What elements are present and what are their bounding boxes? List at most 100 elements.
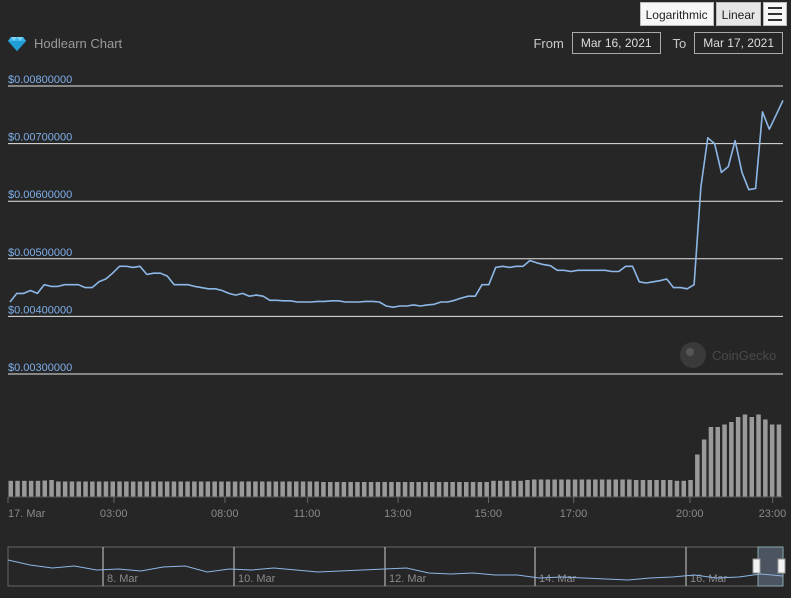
- volume-bar: [266, 481, 272, 497]
- volume-bar: [735, 417, 741, 497]
- volume-bar: [389, 482, 394, 497]
- volume-bar: [273, 481, 279, 497]
- volume-bar: [491, 480, 496, 498]
- volume-bar: [498, 480, 503, 498]
- volume-bar: [83, 481, 88, 497]
- volume-bar: [287, 481, 292, 497]
- volume-bar: [171, 481, 177, 497]
- volume-bar: [22, 480, 27, 498]
- watermark-text: CoinGecko: [712, 348, 776, 363]
- volume-bar: [593, 479, 598, 497]
- volume-bar: [423, 482, 428, 497]
- volume-bar: [362, 482, 367, 497]
- volume-bar: [69, 481, 75, 497]
- volume-bar: [212, 481, 217, 497]
- y-tick-label: $0.00800000: [8, 74, 72, 86]
- y-tick-label: $0.00400000: [8, 304, 72, 316]
- navigator-label: 14. Mar: [539, 573, 577, 585]
- volume-bar: [545, 479, 551, 497]
- volume-bar: [76, 481, 81, 497]
- volume-bar: [49, 480, 54, 497]
- y-tick-label: $0.00600000: [8, 189, 72, 201]
- navigator[interactable]: 8. Mar 10. Mar 12. Mar 14. Mar 16. Mar: [7, 546, 786, 587]
- y-tick-label: $0.00500000: [8, 247, 72, 259]
- volume-bar: [681, 480, 686, 498]
- volume-bar: [416, 482, 421, 497]
- volume-bar: [457, 482, 462, 497]
- volume-bar: [158, 481, 163, 497]
- volume-bar: [42, 480, 47, 497]
- volume-bar: [382, 482, 387, 497]
- x-tick-label: 20:00: [676, 508, 704, 520]
- volume-bar: [633, 480, 639, 497]
- volume-bar: [239, 481, 245, 497]
- volume-bar: [443, 482, 449, 497]
- volume-bar: [62, 481, 68, 497]
- x-tick-label: 15:00: [475, 508, 503, 520]
- volume-bar: [559, 479, 564, 497]
- navigator-label: 10. Mar: [238, 573, 276, 585]
- volume-bar: [566, 479, 571, 497]
- volume-bar: [178, 481, 183, 497]
- volume-bar: [586, 479, 591, 497]
- volume-bar: [756, 414, 761, 497]
- volume-bar: [654, 480, 659, 497]
- volume-bar: [532, 479, 537, 497]
- y-tick-label: $0.00300000: [8, 362, 72, 374]
- volume-bar: [613, 479, 618, 497]
- volume-bar: [518, 480, 523, 498]
- volume-bar: [620, 479, 625, 497]
- volume-bar: [321, 482, 326, 497]
- volume-bar: [667, 480, 673, 497]
- x-tick-label: 13:00: [384, 508, 412, 520]
- volume-bar: [776, 424, 782, 497]
- volume-bar: [606, 479, 612, 497]
- volume-bar: [314, 481, 319, 497]
- volume-bar: [552, 479, 557, 497]
- volume-bar: [695, 454, 700, 497]
- watermark: CoinGecko: [680, 342, 776, 368]
- volume-bar: [28, 480, 34, 498]
- volume-bar: [307, 481, 313, 497]
- volume-bar: [219, 481, 224, 497]
- volume-bar: [151, 481, 156, 497]
- grid-lines: [8, 85, 783, 375]
- volume-bar: [246, 481, 251, 497]
- volume-bar: [450, 482, 455, 497]
- volume-bar: [103, 481, 109, 497]
- volume-bar: [640, 480, 646, 497]
- volume-bar: [117, 481, 122, 497]
- volume-bar: [627, 479, 632, 497]
- volume-bar: [715, 427, 720, 497]
- navigator-handle[interactable]: [777, 558, 786, 574]
- volume-bar: [511, 480, 517, 498]
- volume-bars: [8, 414, 783, 498]
- navigator-handle[interactable]: [752, 558, 761, 574]
- volume-bar: [708, 427, 714, 497]
- volume-bar: [402, 482, 408, 497]
- volume-bar: [464, 482, 469, 497]
- volume-bar: [226, 481, 231, 497]
- volume-bar: [647, 480, 652, 497]
- price-line: [9, 100, 784, 308]
- volume-bar: [8, 480, 13, 498]
- volume-bar: [35, 480, 41, 498]
- volume-bar: [722, 424, 727, 497]
- volume-bar: [430, 482, 435, 497]
- volume-bar: [701, 439, 707, 497]
- volume-bar: [763, 419, 768, 497]
- volume-bar: [56, 481, 61, 497]
- volume-bar: [674, 480, 680, 498]
- volume-bar: [525, 480, 530, 497]
- volume-bar: [260, 481, 265, 497]
- volume-bar: [470, 482, 476, 497]
- volume-bar: [661, 480, 666, 497]
- navigator-label: 8. Mar: [107, 573, 139, 585]
- volume-bar: [742, 414, 748, 497]
- volume-bar: [294, 481, 299, 497]
- price-chart: $0.00800000 $0.00700000 $0.00600000 $0.0050…: [7, 74, 786, 587]
- navigator-label: 12. Mar: [389, 573, 427, 585]
- volume-bar: [538, 479, 544, 497]
- volume-bar: [749, 417, 754, 497]
- price-series: [9, 100, 784, 308]
